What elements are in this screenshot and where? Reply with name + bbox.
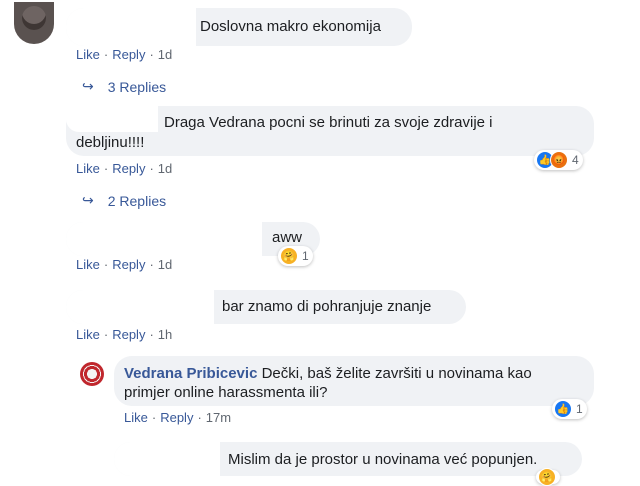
reply-arrow-icon: ↪ <box>82 192 94 208</box>
comment-actions: Like · Reply · 1d <box>76 47 173 62</box>
care-reaction-icon: 🤗 <box>538 468 556 486</box>
reply-link[interactable]: Reply <box>112 47 145 62</box>
replies-count-label: 2 Replies <box>107 192 167 209</box>
comment-bubble: Draga Vedrana pocni se brinuti za svoje … <box>66 106 594 156</box>
redacted-name <box>66 106 158 132</box>
replies-count-label: 3 Replies <box>107 78 167 95</box>
reaction-summary[interactable]: 🤗 <box>536 468 560 486</box>
comment-text: bar znamo di pohranjuje znanje <box>222 298 432 315</box>
care-reaction-icon: 🤗 <box>280 247 298 265</box>
redacted-name <box>66 290 214 324</box>
comment-actions: Like · Reply · 1h <box>76 327 173 342</box>
reaction-count: 1 <box>576 402 583 416</box>
reaction-summary[interactable]: 🤗 1 <box>278 246 313 266</box>
author-avatar[interactable] <box>80 362 104 386</box>
timestamp[interactable]: 1d <box>158 257 172 272</box>
reaction-summary[interactable]: 👍 😡 4 <box>534 150 583 170</box>
reply-text-line-1: Vedrana Pribicevic Dečki, baš želite zav… <box>124 364 532 384</box>
like-link[interactable]: Like <box>76 257 100 272</box>
author-name[interactable]: Vedrana Pribicevic <box>124 365 257 382</box>
reply-bubble: Mislim da je prostor u novinama već popu… <box>114 442 582 476</box>
comment-bubble: bar znamo di pohranjuje znanje <box>66 290 466 324</box>
timestamp[interactable]: 1d <box>158 47 172 62</box>
comment-actions: Like · Reply · 1d <box>76 257 173 272</box>
commenter-avatar[interactable] <box>14 2 54 44</box>
reaction-count: 1 <box>302 249 309 263</box>
reply-link[interactable]: Reply <box>112 257 145 272</box>
reply-link[interactable]: Reply <box>160 410 193 425</box>
comment-text: aww <box>272 229 303 246</box>
reaction-summary[interactable]: 👍 1 <box>552 399 587 419</box>
reply-actions: Like · Reply · 17m <box>124 410 232 425</box>
reply-link[interactable]: Reply <box>112 327 145 342</box>
comment-text-line-2: debljinu!!!! <box>76 134 145 151</box>
like-link[interactable]: Like <box>76 47 100 62</box>
like-link[interactable]: Like <box>76 327 100 342</box>
view-replies-link[interactable]: ↪ 2 Replies <box>82 192 166 209</box>
reply-text: Mislim da je prostor u novinama već popu… <box>228 451 538 468</box>
reply-text-line-2: primjer online harassmenta ili? <box>124 384 328 401</box>
view-replies-link[interactable]: ↪ 3 Replies <box>82 78 166 95</box>
reply-arrow-icon: ↪ <box>82 78 94 94</box>
redacted-name <box>66 8 196 46</box>
reaction-count: 4 <box>572 153 579 167</box>
like-reaction-icon: 👍 <box>554 400 572 418</box>
redacted-name <box>114 442 220 476</box>
like-link[interactable]: Like <box>124 410 148 425</box>
timestamp[interactable]: 17m <box>206 410 231 425</box>
reply-link[interactable]: Reply <box>112 161 145 176</box>
angry-reaction-icon: 😡 <box>550 151 568 169</box>
comment-text-line-1: Draga Vedrana pocni se brinuti za svoje … <box>164 114 493 131</box>
timestamp[interactable]: 1h <box>158 327 172 342</box>
reply-bubble: Vedrana Pribicevic Dečki, baš želite zav… <box>114 356 594 406</box>
comment-actions: Like · Reply · 1d <box>76 161 173 176</box>
comment-text: Doslovna makro ekonomija <box>200 18 381 35</box>
timestamp[interactable]: 1d <box>158 161 172 176</box>
like-link[interactable]: Like <box>76 161 100 176</box>
redacted-name <box>66 222 262 256</box>
comment-bubble: Doslovna makro ekonomija <box>66 8 412 46</box>
reply-text: Dečki, baš želite završiti u novinama ka… <box>261 365 532 382</box>
